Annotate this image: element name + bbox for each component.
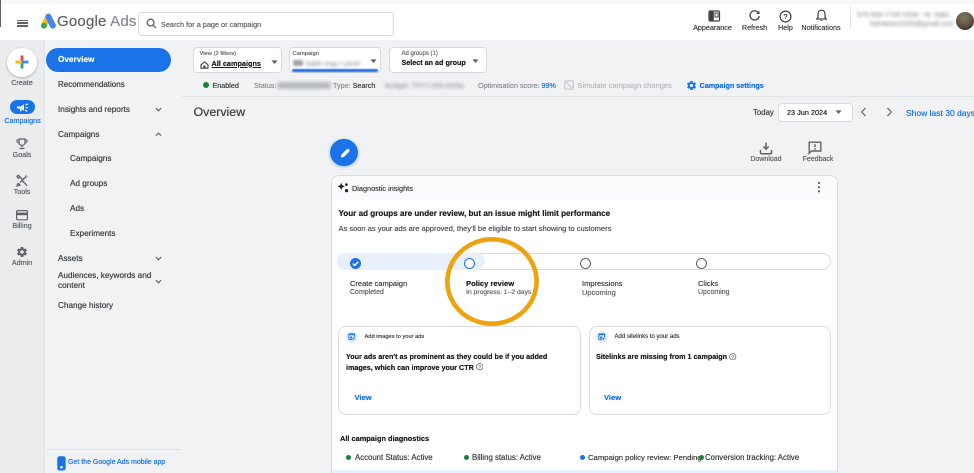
svg-text:?: ? xyxy=(731,354,734,360)
svg-text:?: ? xyxy=(478,365,481,371)
svg-text:?: ? xyxy=(783,12,787,21)
